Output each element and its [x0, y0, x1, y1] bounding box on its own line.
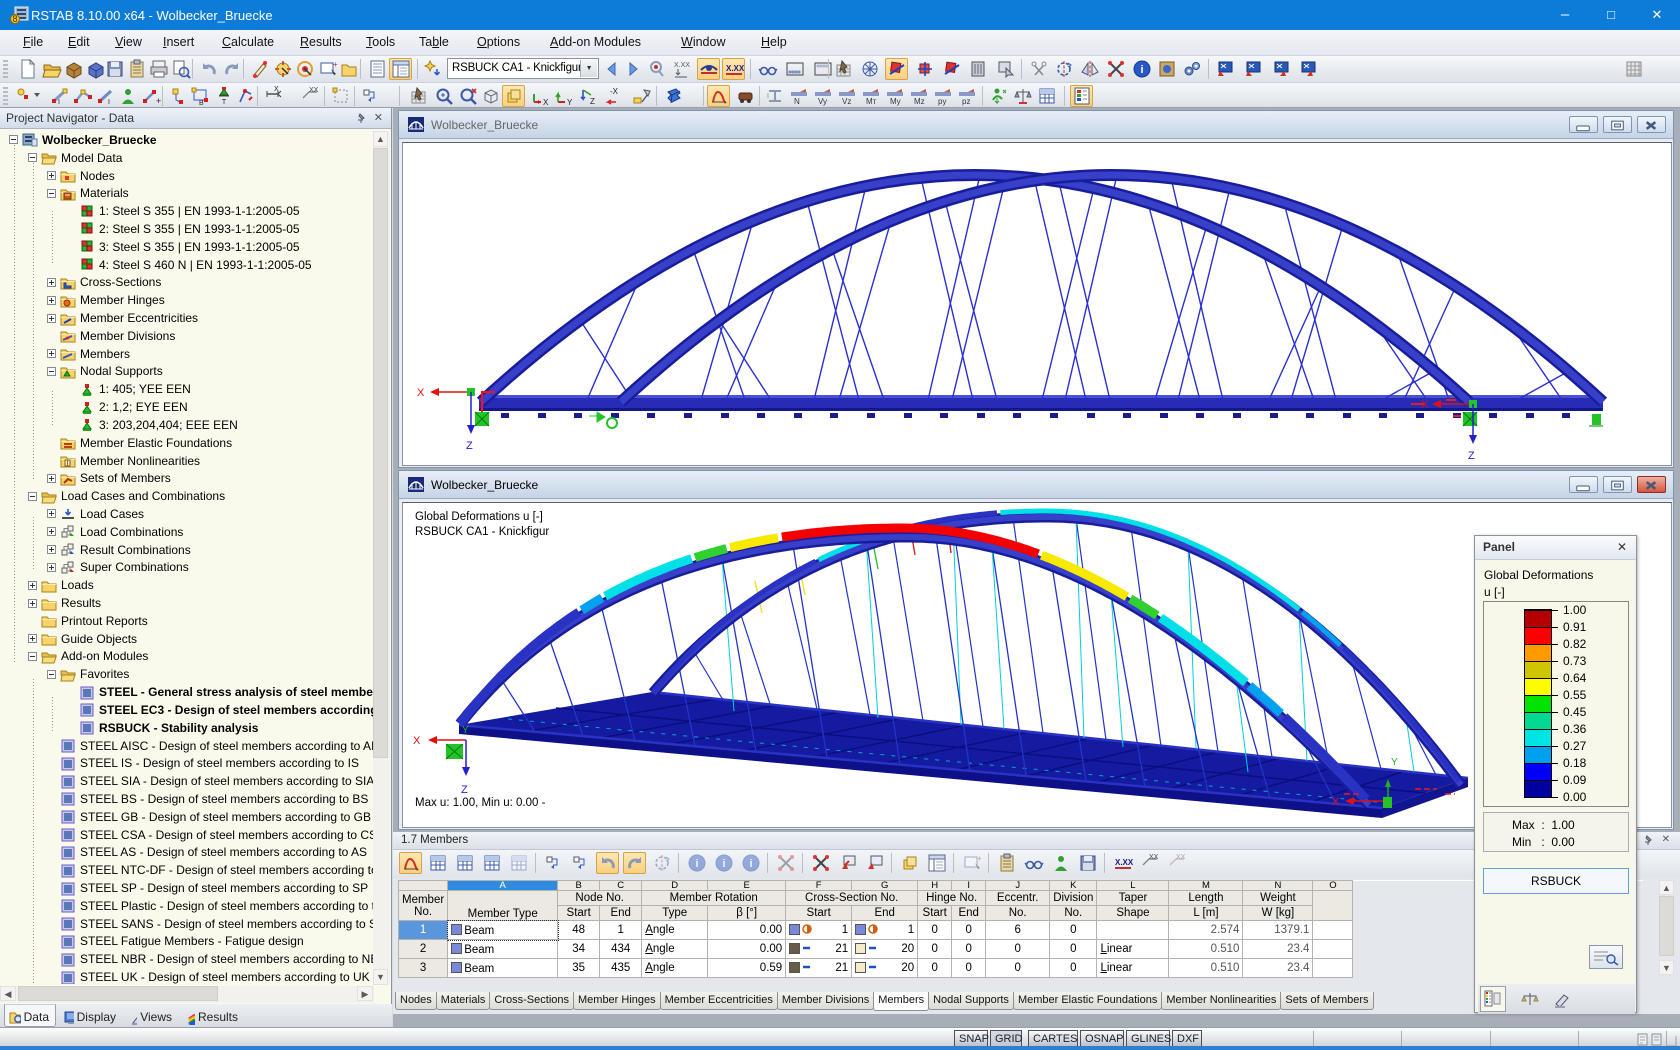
svg-text:XX: XX — [1176, 854, 1186, 861]
svg-text:XX: XX — [1149, 854, 1159, 861]
svg-text:Max u: 1.00, Min u: 0.00 -: Max u: 1.00, Min u: 0.00 - — [415, 797, 546, 809]
svg-text:I: I — [108, 99, 110, 106]
svg-text:I: I — [58, 99, 60, 106]
svg-text:Vy: Vy — [818, 97, 827, 106]
svg-text:Z: Z — [590, 97, 595, 106]
svg-text:+: + — [156, 96, 161, 106]
svg-text:8: 8 — [12, 14, 17, 24]
svg-text:RSBUCK CA1 - Knickfigur: RSBUCK CA1 - Knickfigur — [415, 526, 549, 538]
svg-text:Y: Y — [462, 725, 469, 736]
svg-text:Z: Z — [461, 784, 468, 796]
svg-text:py: py — [938, 97, 946, 106]
svg-text:X: X — [543, 98, 549, 106]
svg-text:X.XX: X.XX — [726, 64, 744, 73]
svg-text:i: i — [1140, 64, 1143, 76]
svg-text:Vz: Vz — [842, 97, 851, 106]
svg-text:-X: -X — [610, 87, 619, 96]
svg-text:XX: XX — [309, 87, 319, 94]
svg-text:X: X — [1421, 399, 1429, 411]
svg-text:Z: Z — [466, 440, 473, 452]
svg-text:X: X — [417, 387, 425, 399]
svg-text:B: B — [199, 100, 204, 106]
svg-text:i: i — [722, 858, 725, 870]
svg-text:i: i — [695, 858, 698, 870]
svg-text:Z: Z — [1468, 450, 1475, 462]
svg-text:Mт: Mт — [866, 97, 877, 106]
svg-text:Global Deformations u [-]: Global Deformations u [-] — [415, 511, 543, 523]
svg-text:i: i — [749, 858, 752, 870]
svg-text:Y: Y — [567, 98, 573, 106]
svg-text:T: T — [221, 99, 226, 106]
svg-text:X.XX: X.XX — [1115, 858, 1133, 867]
svg-text:X: X — [1332, 796, 1340, 808]
svg-text:N: N — [794, 97, 800, 106]
svg-text:X: X — [413, 735, 421, 747]
svg-text:I: I — [767, 93, 769, 100]
svg-text:Y: Y — [1391, 757, 1398, 768]
svg-text:pz: pz — [962, 97, 970, 106]
svg-text:X.XX: X.XX — [674, 62, 690, 69]
svg-text:My: My — [890, 97, 901, 106]
svg-text:+: + — [977, 854, 982, 863]
svg-text:Mz: Mz — [914, 97, 925, 106]
